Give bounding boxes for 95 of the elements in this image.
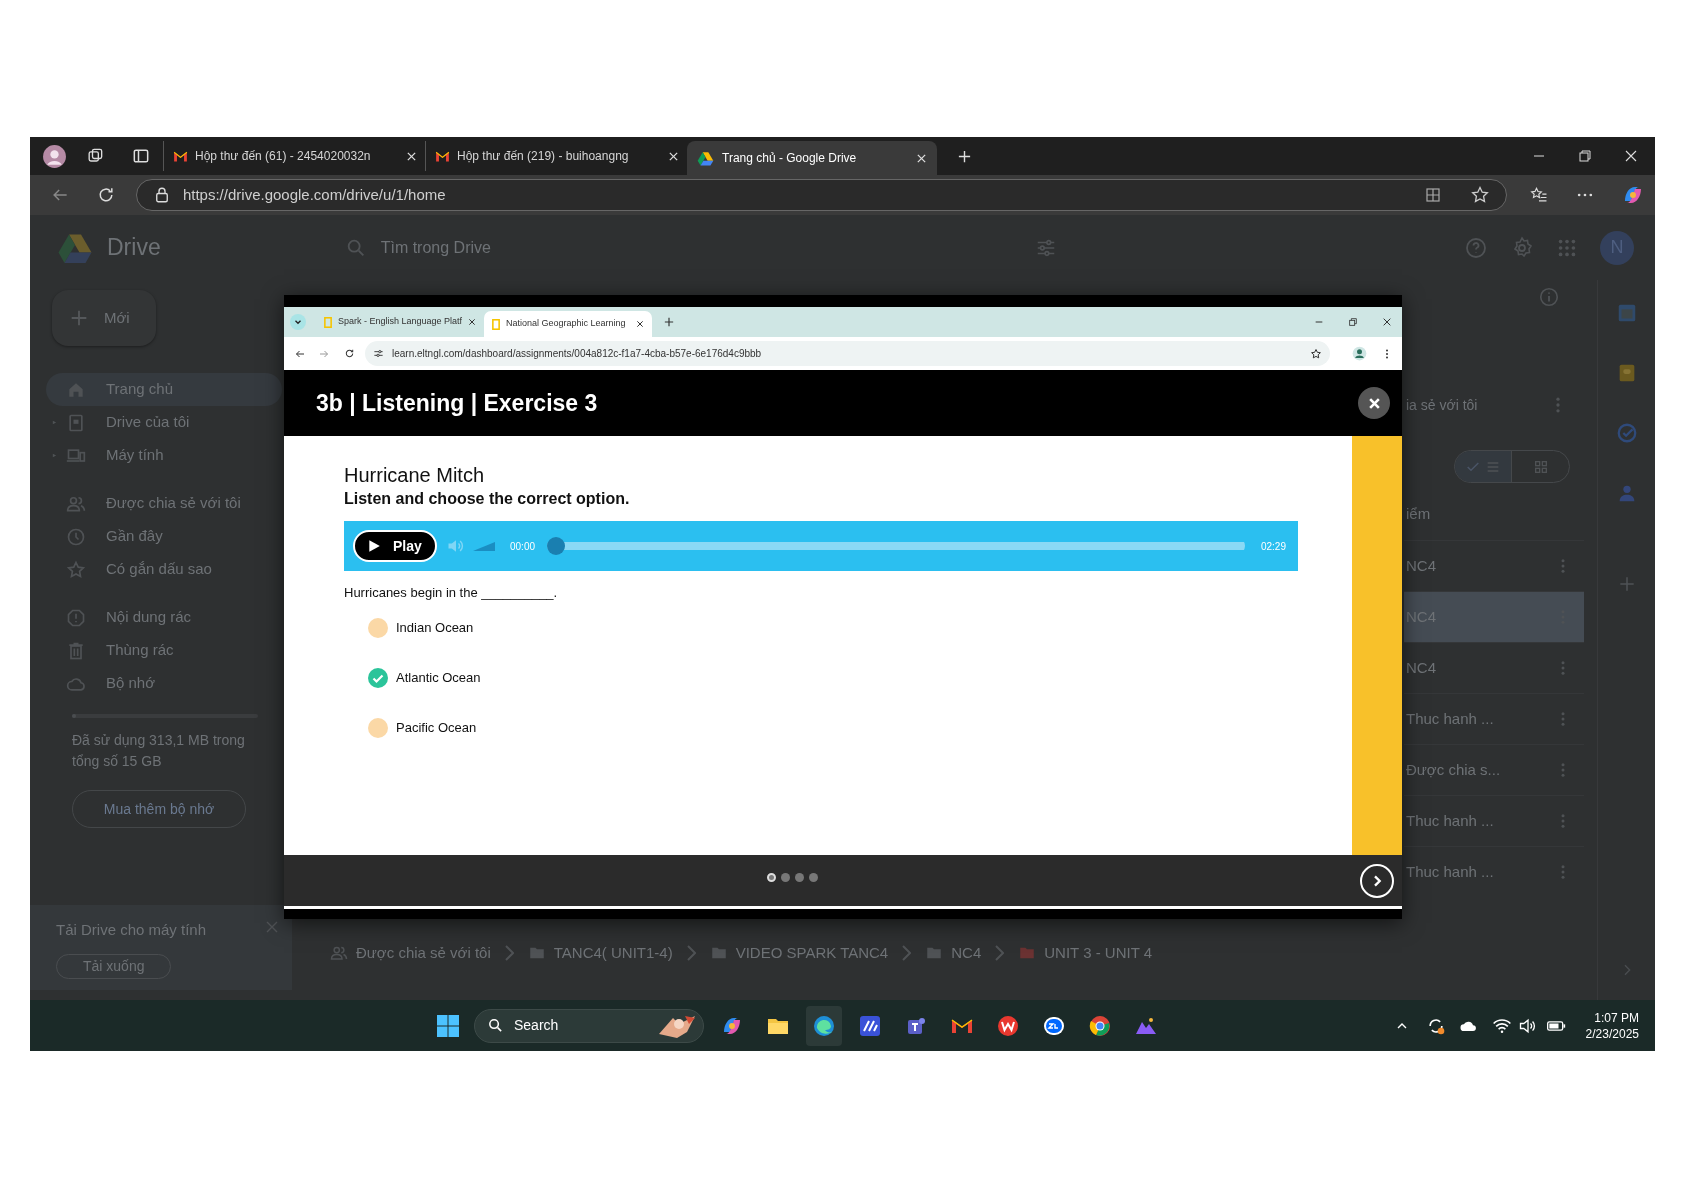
browser-tab[interactable]: Spark - English Language Platf xyxy=(316,309,484,335)
nav-item[interactable]: Được chia sẻ với tôi xyxy=(46,487,282,520)
next-button[interactable] xyxy=(1360,863,1394,898)
windows-logo-icon xyxy=(436,1013,460,1038)
exercise-title: 3b | Listening | Exercise 3 xyxy=(316,388,599,418)
app-name: Drive xyxy=(107,233,161,263)
chevron-right-icon xyxy=(504,945,514,961)
browser-tab[interactable]: Trang chủ - Google Drive xyxy=(687,141,937,175)
file-row[interactable]: Thuc hanh ... xyxy=(1404,846,1584,897)
url-text: learn.eltngl.com/dashboard/assignments/004a812c-f1a7-4cba-b57e-6e176d4c9bbb xyxy=(392,347,763,361)
file-row[interactable]: Được chia s... xyxy=(1404,744,1584,795)
answer-option[interactable]: Indian Ocean xyxy=(368,616,1352,639)
task-check-icon[interactable] xyxy=(1615,422,1638,444)
tab-title: Spark - English Language Platf xyxy=(338,315,463,329)
nav-item[interactable]: Máy tính xyxy=(46,439,282,472)
search-icon xyxy=(487,1017,504,1034)
new-button[interactable]: Mới xyxy=(52,290,156,346)
chevron-right-icon xyxy=(686,945,696,961)
breadcrumb-item[interactable]: Được chia sẻ với tôi xyxy=(330,941,491,965)
close-icon[interactable] xyxy=(636,320,644,328)
restore-icon[interactable] xyxy=(1348,317,1358,327)
duration-time: 02:29 xyxy=(1260,539,1286,554)
reload-icon[interactable] xyxy=(344,348,355,359)
address-field[interactable]: https://drive.google.com/drive/u/1/home xyxy=(135,179,1508,211)
office-app-icon[interactable] xyxy=(996,1013,1020,1038)
star-icon xyxy=(66,559,86,580)
close-button[interactable] xyxy=(1358,387,1390,419)
chevron-right-icon xyxy=(902,945,912,961)
tab-title: National Geographic Learning xyxy=(506,317,627,331)
warning-icon xyxy=(66,607,86,628)
file-row[interactable]: NC4 xyxy=(1404,642,1584,693)
play-icon xyxy=(367,539,381,553)
frame-icon xyxy=(492,318,500,330)
tab-title: Hộp thư đến (61) - 2454020032n xyxy=(195,148,372,165)
nav-item[interactable]: Trang chủ xyxy=(46,373,282,406)
round-browser-icon[interactable] xyxy=(1088,1013,1112,1038)
favorite-star-icon[interactable] xyxy=(1310,347,1322,360)
close-icon xyxy=(1367,396,1381,410)
instruction-text: Listen and choose the correct option. xyxy=(344,489,631,509)
close-icon[interactable] xyxy=(1382,317,1392,327)
elapsed-time: 00:00 xyxy=(510,539,536,554)
file-row[interactable]: Thuc hanh ... xyxy=(1404,795,1584,846)
favorite-star-icon[interactable] xyxy=(1470,185,1491,205)
breadcrumb-item[interactable]: UNIT 3 - UNIT 4 xyxy=(1018,941,1153,965)
vertical-tabs-icon[interactable] xyxy=(131,146,151,166)
nav-item[interactable]: Nội dung rác xyxy=(46,601,282,634)
restore-icon[interactable] xyxy=(1579,150,1591,162)
profile-icon[interactable] xyxy=(1352,346,1367,361)
promo-title: Tải Drive cho máy tính xyxy=(56,920,207,940)
nav-item[interactable]: Drive của tôi xyxy=(46,406,282,439)
answer-option[interactable]: Pacific Ocean xyxy=(368,716,1352,739)
people-icon xyxy=(330,944,348,962)
tab-title: Hộp thư đến (219) - buihoangng xyxy=(457,148,630,165)
progress-thumb[interactable] xyxy=(547,537,566,555)
search-field[interactable]: Tìm trong Drive xyxy=(380,235,1021,260)
chevron-right-icon xyxy=(995,945,1005,961)
url-text: https://drive.google.com/drive/u/1/home xyxy=(182,184,447,205)
breadcrumb-item[interactable]: TANC4( UNIT1-4) xyxy=(527,941,673,965)
drive-logo-icon xyxy=(697,149,714,167)
nav-item[interactable]: Thùng rác xyxy=(46,634,282,667)
breadcrumb-item[interactable]: NC4 xyxy=(925,941,982,965)
split-screen-icon[interactable] xyxy=(1424,186,1443,204)
tab-title: Trang chủ - Google Drive xyxy=(722,150,858,167)
file-row[interactable]: Thuc hanh ... xyxy=(1404,693,1584,744)
card-subtitle: ia sẻ với tôi xyxy=(1406,395,1479,415)
clock-icon xyxy=(66,526,86,547)
nav-item[interactable]: Gần đây xyxy=(46,520,282,553)
address-field[interactable]: learn.eltngl.com/dashboard/assignments/004a812c-f1a7-4cba-b57e-6e176d4c9bbb xyxy=(365,341,1330,366)
nav-item[interactable]: Bộ nhớ xyxy=(46,667,282,700)
search-field[interactable]: Search xyxy=(474,1008,704,1043)
frame-icon xyxy=(324,316,332,328)
column-header: iểm xyxy=(1406,504,1431,524)
editor-app-icon[interactable] xyxy=(858,1013,882,1038)
browser-icon[interactable] xyxy=(812,1013,836,1038)
drive-icon xyxy=(66,412,86,433)
play-button[interactable]: Play xyxy=(353,530,437,562)
clock-date[interactable]: 2/23/2025 xyxy=(1585,1025,1639,1042)
nav-item[interactable]: Có gắn dấu sao xyxy=(46,553,282,586)
trash-icon xyxy=(66,640,86,661)
clock-time[interactable]: 1:07 PM xyxy=(1594,1009,1639,1026)
close-icon[interactable] xyxy=(468,318,477,326)
tab-search-button[interactable] xyxy=(290,314,306,330)
volume-slider-icon[interactable] xyxy=(472,540,496,552)
grid-icon xyxy=(1532,458,1549,475)
exercise-heading: Hurricane Mitch xyxy=(344,463,486,488)
list-view-toggle[interactable] xyxy=(1455,451,1512,482)
new-tab-icon[interactable] xyxy=(664,317,674,327)
breadcrumb-item[interactable]: VIDEO SPARK TANC4 xyxy=(709,941,889,965)
answer-option[interactable]: Atlantic Ocean xyxy=(368,666,1352,689)
site-settings-icon xyxy=(373,348,384,359)
profile-avatar-icon[interactable] xyxy=(42,143,67,169)
browser-tab[interactable]: National Geographic Learning xyxy=(484,311,652,337)
question-text: Hurricanes begin in the __________. xyxy=(344,584,559,602)
storage-usage-text: Đã sử dụng 313,1 MB trong tổng số 15 GB xyxy=(72,731,246,771)
browser-tab[interactable]: Hộp thư đến (61) - 2454020032n xyxy=(163,141,425,171)
